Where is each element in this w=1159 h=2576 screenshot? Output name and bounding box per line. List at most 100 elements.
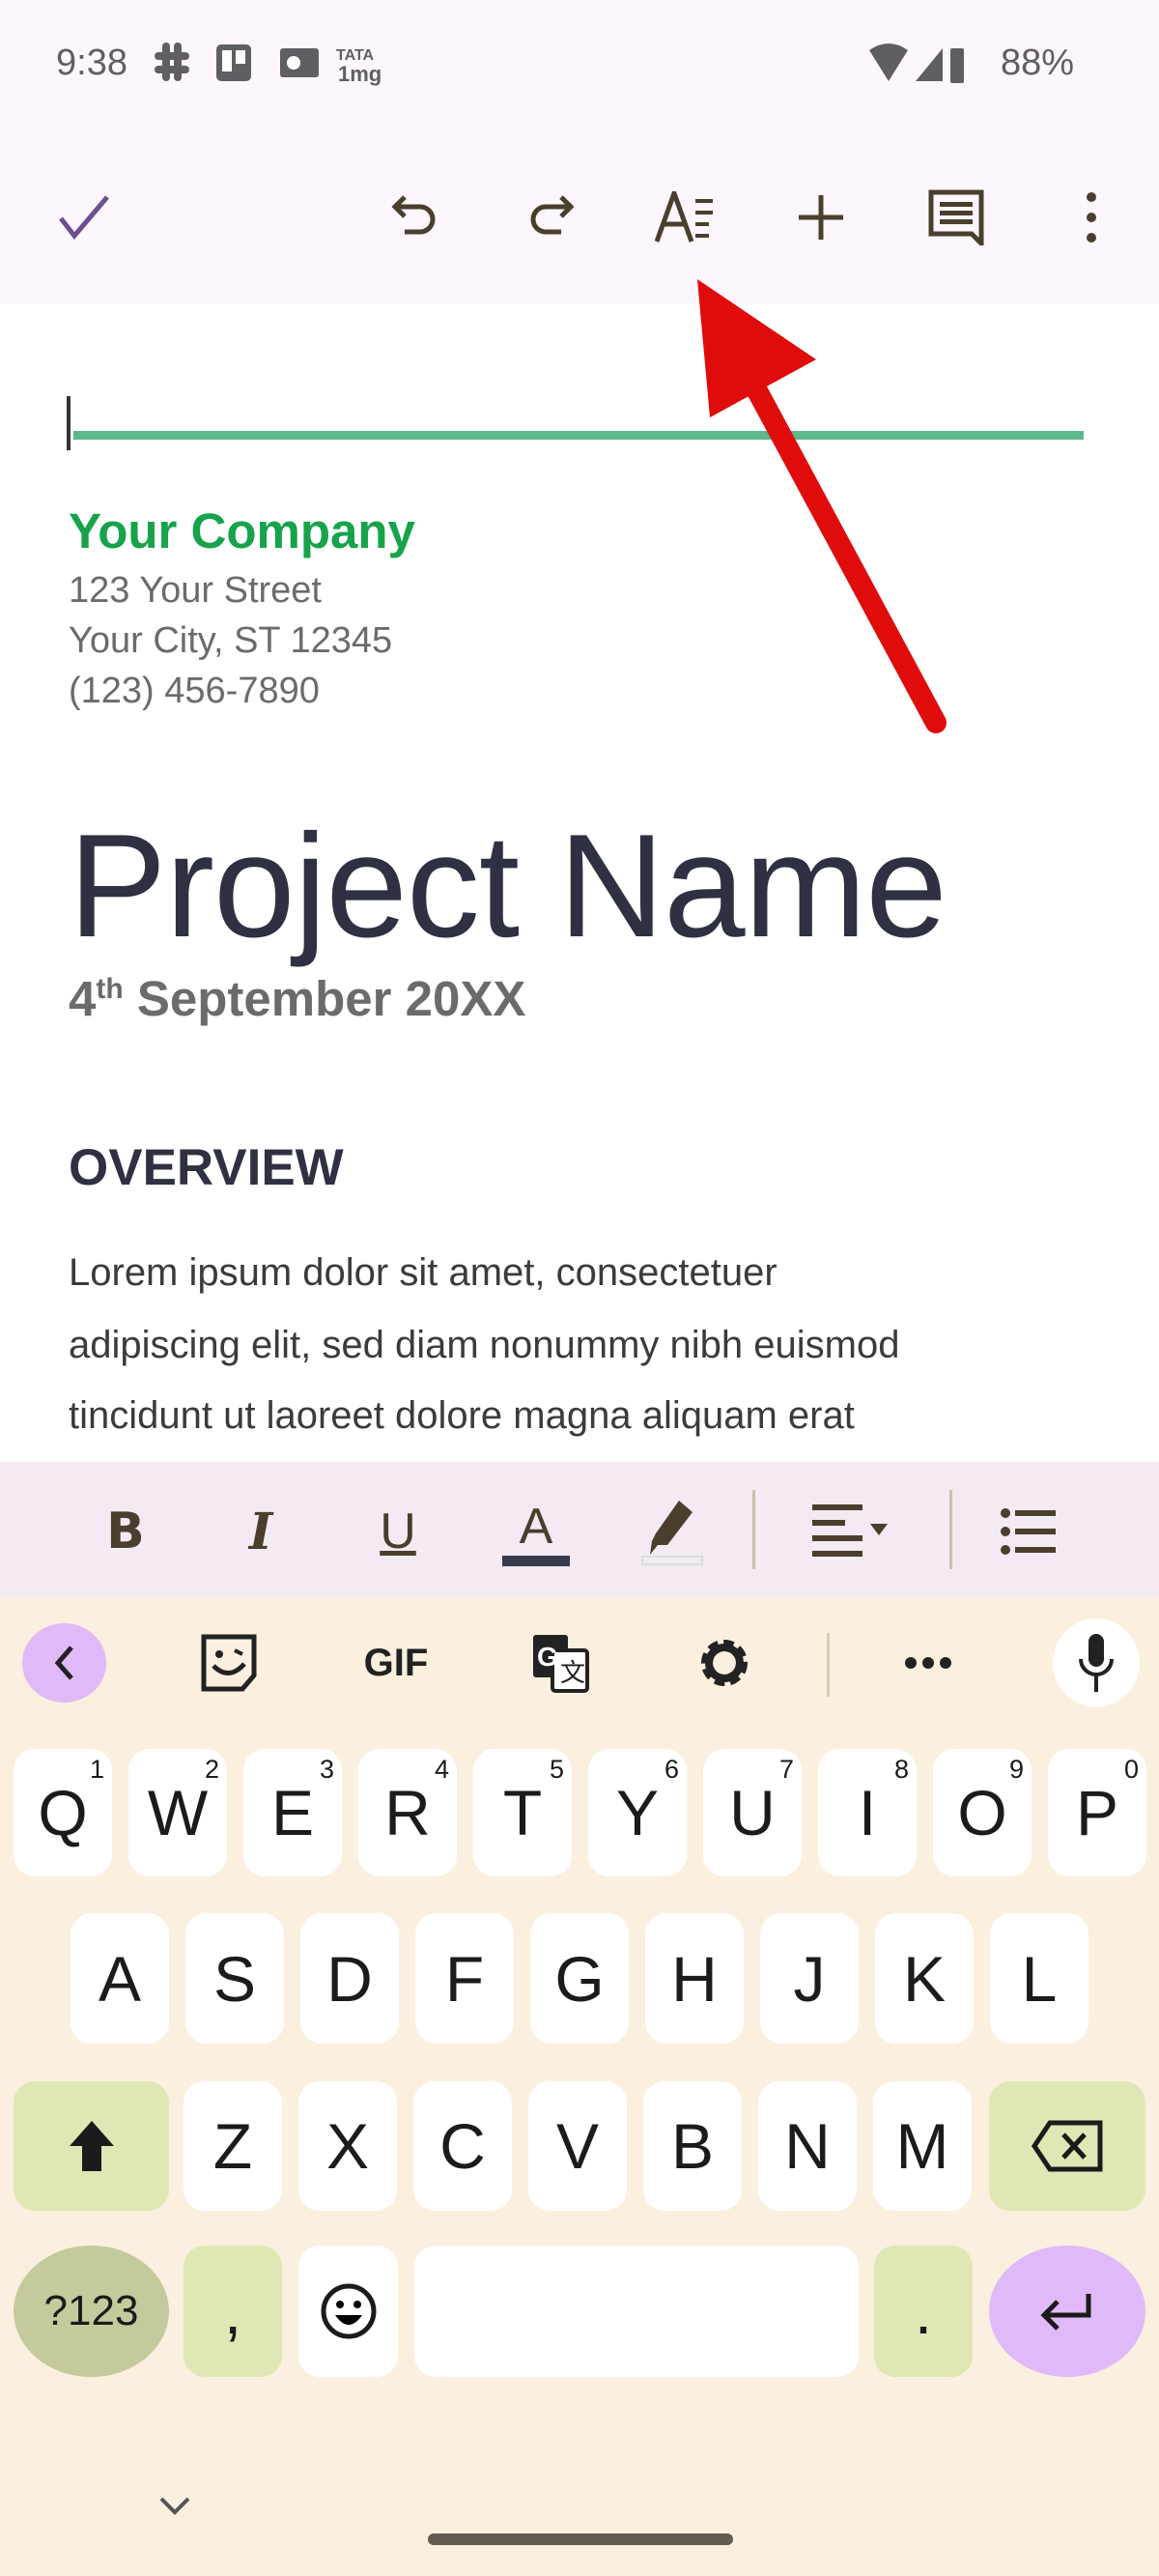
key-hint: 6 <box>664 1755 679 1784</box>
sticker-icon <box>201 1634 256 1692</box>
key-r[interactable]: R4 <box>358 1749 457 1876</box>
section-heading[interactable]: OVERVIEW <box>69 1138 344 1197</box>
key-m[interactable]: M <box>873 2081 972 2211</box>
key-u[interactable]: U7 <box>703 1749 802 1876</box>
backspace-key[interactable] <box>989 2081 1145 2211</box>
key-label: Z <box>212 2110 253 2182</box>
svg-text:G: G <box>537 1642 558 1672</box>
translate-button[interactable]: G文 <box>526 1623 594 1703</box>
date-rest: September 20XX <box>123 971 526 1026</box>
period-key[interactable]: . <box>874 2246 973 2377</box>
bullet-list-button[interactable] <box>990 1488 1067 1575</box>
key-label: ?123 <box>43 2287 139 2334</box>
key-s[interactable]: S <box>185 1913 284 2044</box>
mic-icon <box>1079 1634 1114 1692</box>
body-line[interactable]: Lorem ipsum dolor sit amet, consectetuer <box>69 1251 777 1295</box>
italic-button[interactable]: I <box>222 1488 299 1575</box>
text-color-letter: A <box>519 1498 553 1555</box>
suggestion-divider <box>827 1633 830 1697</box>
chevron-down-icon <box>159 2497 190 2515</box>
body-line[interactable]: tincidunt ut laoreet dolore magna aliqua… <box>69 1394 855 1438</box>
key-label: C <box>439 2110 486 2182</box>
key-v[interactable]: V <box>528 2081 627 2211</box>
key-k[interactable]: K <box>875 1913 974 2044</box>
bullet-list-icon <box>1001 1508 1056 1555</box>
more-horiz-icon <box>905 1657 951 1669</box>
sticker-button[interactable] <box>193 1623 266 1703</box>
key-b[interactable]: B <box>643 2081 742 2211</box>
key-g[interactable]: G <box>530 1913 629 2044</box>
align-left-icon <box>812 1504 888 1557</box>
comma-key[interactable]: , <box>184 2246 282 2377</box>
formatting-toolbar <box>0 1462 1159 1597</box>
align-button[interactable] <box>804 1488 910 1575</box>
gif-button[interactable]: GIF <box>348 1623 444 1703</box>
key-label: Q <box>38 1777 88 1848</box>
bold-button[interactable]: B <box>87 1488 164 1575</box>
body-line[interactable]: adipiscing elit, sed diam nonummy nibh e… <box>69 1324 899 1367</box>
key-label: , <box>223 2275 242 2347</box>
document-title[interactable]: Project Name <box>69 802 947 971</box>
keyboard-back-button[interactable] <box>22 1623 106 1703</box>
key-label: N <box>784 2110 831 2182</box>
annotation-arrow <box>697 279 947 733</box>
key-d[interactable]: D <box>300 1913 399 2044</box>
back-chevron-icon <box>54 1646 73 1680</box>
highlight-button[interactable] <box>633 1488 710 1575</box>
key-label: U <box>729 1777 776 1848</box>
key-hint: 1 <box>89 1755 104 1784</box>
key-n[interactable]: N <box>758 2081 857 2211</box>
key-c[interactable]: C <box>413 2081 512 2211</box>
date-day: 4 <box>69 971 97 1026</box>
shift-key[interactable] <box>14 2081 169 2211</box>
symbols-key[interactable]: ?123 <box>14 2246 169 2377</box>
translate-icon: G文 <box>533 1635 589 1693</box>
text-color-button[interactable]: A <box>497 1488 575 1575</box>
key-label: L <box>1021 1942 1058 2015</box>
key-x[interactable]: X <box>298 2081 397 2211</box>
key-h[interactable]: H <box>645 1913 744 2044</box>
key-a[interactable]: A <box>71 1913 169 2044</box>
key-hint: 3 <box>319 1755 334 1784</box>
key-f[interactable]: F <box>415 1913 514 2044</box>
key-p[interactable]: P0 <box>1048 1749 1146 1876</box>
key-t[interactable]: T5 <box>473 1749 572 1876</box>
key-label: J <box>793 1942 826 2015</box>
key-hint: 0 <box>1123 1755 1139 1784</box>
key-l[interactable]: L <box>990 1913 1088 2044</box>
key-label: F <box>444 1942 485 2015</box>
settings-button[interactable] <box>691 1623 758 1703</box>
enter-key[interactable] <box>989 2246 1145 2377</box>
key-z[interactable]: Z <box>184 2081 282 2211</box>
key-i[interactable]: I8 <box>818 1749 917 1876</box>
key-y[interactable]: Y6 <box>588 1749 687 1876</box>
key-hint: 9 <box>1008 1755 1024 1784</box>
key-hint: 7 <box>778 1755 794 1784</box>
key-label: M <box>895 2110 949 2182</box>
settings-icon <box>701 1640 748 1686</box>
key-j[interactable]: J <box>760 1913 859 2044</box>
key-e[interactable]: E3 <box>243 1749 342 1876</box>
underline-button[interactable]: U <box>359 1488 437 1575</box>
key-label: K <box>902 1942 947 2015</box>
key-o[interactable]: O9 <box>933 1749 1032 1876</box>
space-key[interactable] <box>414 2246 859 2377</box>
key-label: H <box>671 1942 718 2015</box>
key-label: B <box>670 2110 715 2182</box>
voice-input-button[interactable] <box>1053 1618 1140 1707</box>
key-hint: 2 <box>204 1755 219 1784</box>
key-label: Y <box>615 1777 660 1848</box>
toolbar-divider <box>949 1490 952 1569</box>
key-q[interactable]: Q1 <box>14 1749 112 1876</box>
hide-keyboard-button[interactable] <box>155 2493 194 2527</box>
key-label: P <box>1075 1777 1119 1848</box>
key-w[interactable]: W2 <box>128 1749 227 1876</box>
home-indicator[interactable] <box>428 2533 733 2545</box>
more-button[interactable] <box>893 1623 963 1703</box>
date-suffix: th <box>96 973 124 1005</box>
emoji-key[interactable] <box>298 2246 398 2377</box>
key-hint: 4 <box>434 1755 449 1784</box>
backspace-icon <box>1031 2120 1103 2172</box>
document-date[interactable]: 4th September 20XX <box>69 970 525 1027</box>
key-label: I <box>858 1777 877 1848</box>
